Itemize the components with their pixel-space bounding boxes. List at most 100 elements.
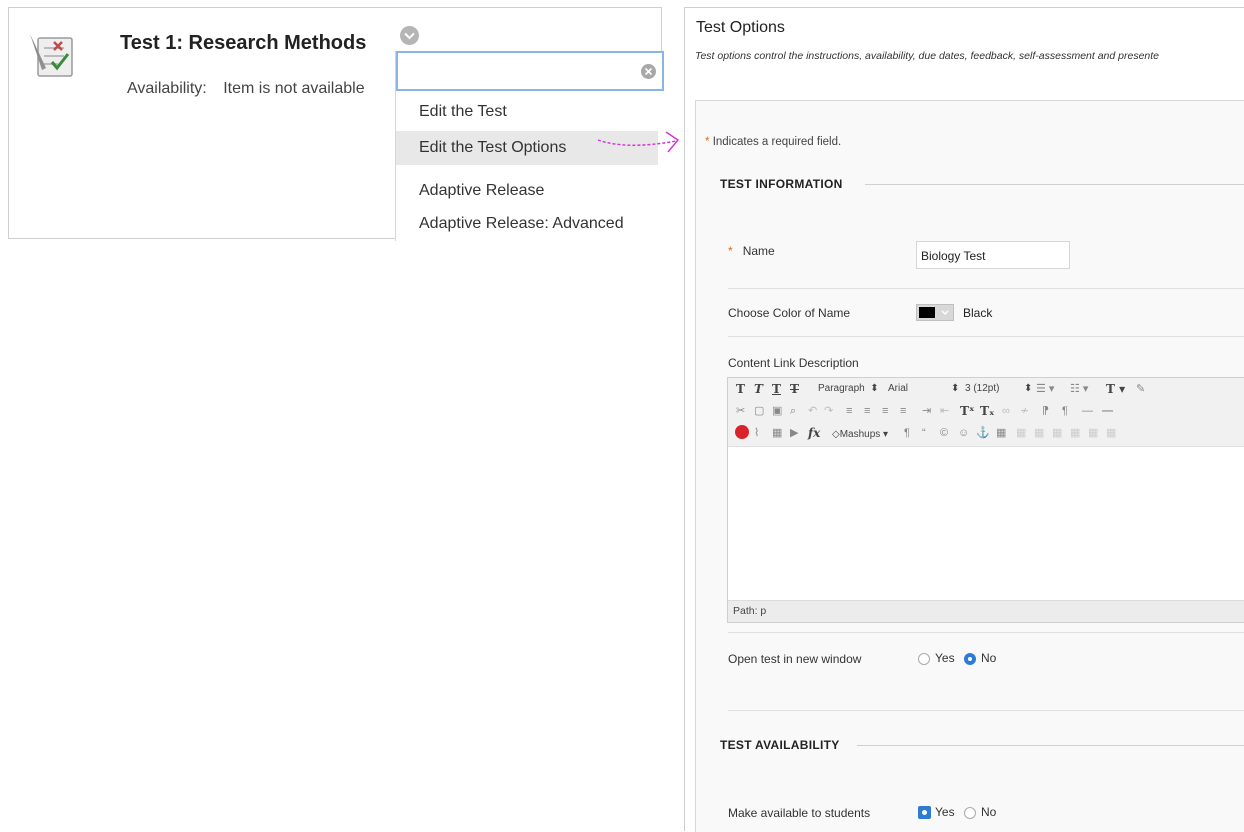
align-center-icon[interactable]: ≡ [864,402,870,420]
anchor-icon[interactable]: ⚓ [976,424,990,442]
content-item-panel: Test 1: Research Methods Availability: I… [8,7,664,241]
table-cell-icon[interactable]: ▦ [1052,424,1062,442]
required-star: * [728,244,733,258]
color-swatch-black [919,307,935,318]
open-window-no-radio[interactable] [964,653,976,665]
toolbar-row-2: ✂ ▢ ▣ ⌕ ↶ ↷ ≡ ≡ ≡ ≡ ⇥ ⇤ Tˣ Tₓ ∞ ≁ ⁋ ¶ — … [728,400,1244,423]
image-icon[interactable]: ▦ [772,424,782,442]
align-left-icon[interactable]: ≡ [846,402,852,420]
underline-button[interactable]: T [772,380,781,398]
availability-label: Availability: [127,80,207,97]
find-icon[interactable]: ⌕ [790,402,796,420]
text-style-button[interactable]: T [736,380,745,398]
test-title[interactable]: Test 1: Research Methods [120,32,366,55]
rtl-icon[interactable]: ¶ [1062,402,1068,420]
hr-icon[interactable]: — [1082,402,1093,420]
availability-value: Item is not available [223,80,365,97]
ltr-icon[interactable]: ⁋ [1042,402,1049,420]
toolbar-row-3: ⌇ ▦ ▶ fx ◇Mashups ▾ ¶ “ © ☺ ⚓ ▦ ▦ ▦ ▦ ▦ … [728,422,1244,447]
paragraph-select[interactable]: Paragraph ⬍ [818,380,879,397]
required-star: * [705,136,710,148]
name-input[interactable] [916,241,1070,269]
subscript-icon[interactable]: Tₓ [980,402,995,420]
emoji-icon[interactable]: ☺ [958,424,969,442]
size-select-arrow[interactable]: ⬍ [1024,380,1032,397]
row-divider [728,632,1244,633]
table-col-icon[interactable]: ▦ [1034,424,1044,442]
open-window-yes-radio[interactable] [918,653,930,665]
size-select[interactable]: 3 (12pt) [965,380,999,397]
paragraph-mark-icon[interactable]: ¶ [904,424,910,442]
section-divider [865,184,1244,185]
color-picker[interactable] [916,304,954,321]
redo-icon[interactable]: ↷ [824,402,833,420]
table-split-icon[interactable]: ▦ [1088,424,1098,442]
quote-icon[interactable]: “ [922,424,926,442]
number-list-button[interactable]: ☷ ▾ [1070,380,1088,398]
superscript-icon[interactable]: Tˣ [960,402,975,420]
hr-thick-icon[interactable]: — [1102,402,1113,420]
name-label-text: Name [742,244,775,258]
required-note-text: Indicates a required field. [712,136,842,148]
table-row-icon[interactable]: ▦ [1016,424,1026,442]
strikethrough-button[interactable]: T [790,380,799,398]
test-icon [28,30,84,80]
table-merge-icon[interactable]: ▦ [1070,424,1080,442]
make-available-no-radio[interactable] [964,807,976,819]
make-available-yes-label: Yes [935,805,955,819]
row-divider [728,336,1244,337]
arrow-icon [597,131,680,153]
required-note: * Indicates a required field. [705,136,841,148]
outdent-icon[interactable]: ⇤ [940,402,949,420]
chevron-down-icon[interactable] [400,26,419,45]
row-divider [728,288,1244,289]
menu-item-adaptive-release-advanced[interactable]: Adaptive Release: Advanced [396,208,658,240]
clear-icon[interactable] [641,64,656,79]
font-select[interactable]: Arial [888,380,908,397]
section-divider [857,745,1244,746]
mashups-select[interactable]: ◇Mashups ▾ [832,426,888,443]
rich-text-editor: T T T T Paragraph ⬍ Arial ⬍ 3 (12pt) ⬍ ☰… [727,377,1244,623]
name-label: * Name [728,244,775,258]
justify-icon[interactable]: ≡ [900,402,906,420]
make-available-yes-radio[interactable] [918,806,931,819]
link-icon[interactable]: ∞ [1002,402,1010,420]
cut-icon[interactable]: ✂ [736,402,745,420]
bullet-list-button[interactable]: ☰ ▾ [1036,380,1054,398]
text-color-button[interactable]: T ▾ [1106,380,1125,398]
font-select-arrow[interactable]: ⬍ [951,380,959,397]
attach-icon[interactable]: ⌇ [754,424,759,442]
table-icon[interactable]: ▦ [996,424,1006,442]
content-link-label: Content Link Description [728,356,859,370]
undo-icon[interactable]: ↶ [808,402,817,420]
color-name: Black [963,306,993,320]
paste-icon[interactable]: ▣ [772,402,782,420]
table-delete-icon[interactable]: ▦ [1106,424,1116,442]
open-window-no-label: No [981,651,997,665]
row-divider [728,710,1244,711]
chevron-down-icon [941,310,949,316]
make-available-no-label: No [981,805,997,819]
menu-item-edit-test[interactable]: Edit the Test [396,96,658,128]
menu-search-input[interactable] [396,51,664,91]
media-icon[interactable]: ▶ [790,424,798,442]
page-title: Test Options [696,19,785,36]
copy-icon[interactable]: ▢ [754,402,764,420]
align-right-icon[interactable]: ≡ [882,402,888,420]
section-test-availability: TEST AVAILABILITY [720,738,840,752]
highlight-button[interactable]: ✎ [1136,380,1145,398]
menu-item-adaptive-release[interactable]: Adaptive Release [396,175,658,207]
toolbar-row-1: T T T T Paragraph ⬍ Arial ⬍ 3 (12pt) ⬍ ☰… [728,378,1244,401]
indent-icon[interactable]: ⇥ [922,402,931,420]
color-label: Choose Color of Name [728,306,851,320]
page-description: Test options control the instructions, a… [695,50,1160,62]
open-window-yes-label: Yes [935,651,955,665]
unlink-icon[interactable]: ≁ [1020,402,1029,420]
availability-row: Availability: Item is not available [127,80,365,98]
copyright-icon[interactable]: © [940,424,948,442]
test-options-page: Test Options Test options control the in… [684,7,1244,832]
record-icon[interactable] [735,425,749,439]
math-icon[interactable]: fx [808,424,820,442]
italic-button[interactable]: T [754,380,763,398]
section-test-information: TEST INFORMATION [720,177,843,191]
